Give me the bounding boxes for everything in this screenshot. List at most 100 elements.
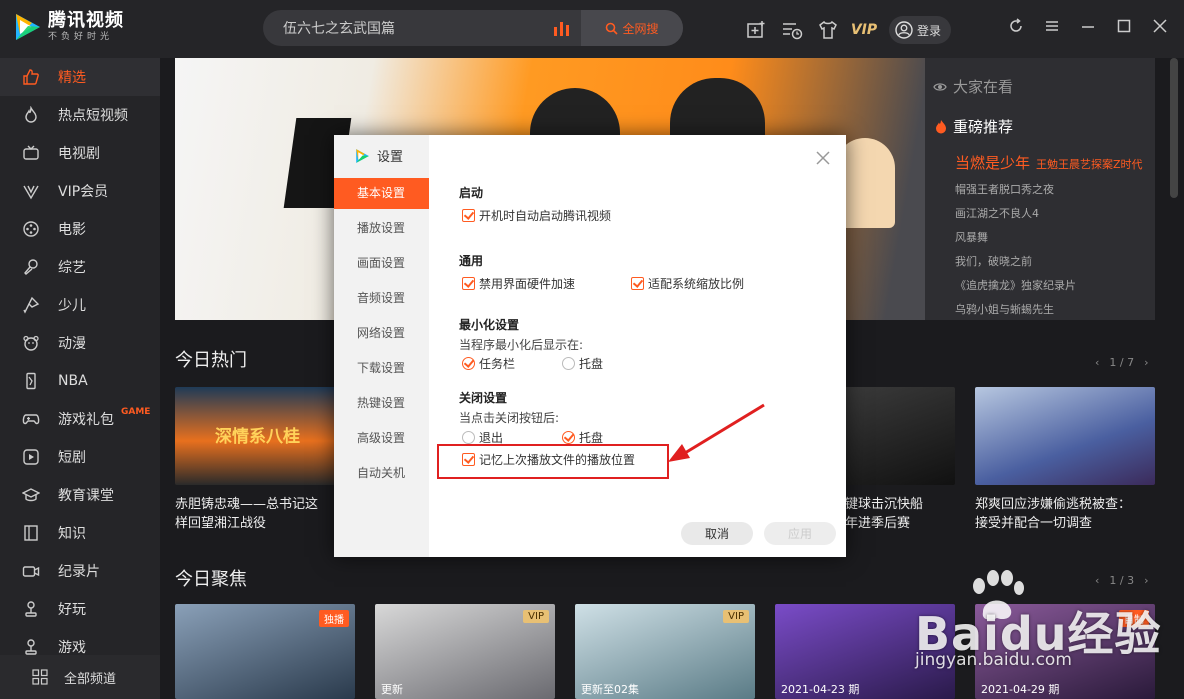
hot-card-4[interactable] — [845, 387, 955, 485]
baidu-watermark: Baidu经验 jingyan.baidu.com — [905, 568, 1175, 670]
sidebar-item-game-gift[interactable]: 游戏礼包 GAME — [0, 400, 160, 438]
hot-card-1[interactable]: 深情系八桂 — [175, 387, 355, 485]
upload-icon[interactable] — [745, 19, 767, 41]
search-input[interactable] — [283, 10, 543, 46]
list-item[interactable]: 《追虎擒龙》独家纪录片 — [955, 274, 1076, 298]
disable-hw-accel-option[interactable]: 禁用界面硬件加速 — [462, 275, 575, 292]
sidebar-item-knowledge[interactable]: 知识 — [0, 514, 160, 552]
tab-hotkeys[interactable]: 热键设置 — [334, 388, 429, 419]
focus-card-2[interactable]: VIP 更新 — [375, 604, 555, 699]
tab-download[interactable]: 下载设置 — [334, 353, 429, 384]
system-scaling-option[interactable]: 适配系统缩放比例 — [631, 275, 744, 292]
search-button-label: 全网搜 — [622, 21, 659, 36]
history-icon[interactable] — [781, 19, 803, 41]
autostart-checkbox[interactable] — [462, 209, 475, 222]
chevron-left-icon[interactable]: ‹ — [1095, 356, 1099, 369]
hot-chart-icon[interactable] — [553, 20, 575, 36]
system-scaling-checkbox[interactable] — [631, 277, 644, 290]
annotation-highlight-box — [437, 444, 669, 479]
minimize-tray-radio[interactable] — [562, 357, 575, 370]
scrollbar[interactable] — [1170, 58, 1178, 318]
list-item[interactable]: 我们，破晓之前 — [955, 250, 1076, 274]
minimize-tray-option[interactable]: 托盘 — [562, 355, 603, 372]
all-channels-label: 全部频道 — [64, 671, 117, 687]
tab-audio[interactable]: 音频设置 — [334, 283, 429, 314]
microphone-icon — [22, 258, 40, 276]
sidebar-item-documentary[interactable]: 纪录片 — [0, 552, 160, 590]
list-item[interactable]: 乌鸦小姐与蜥蜴先生 — [955, 298, 1076, 322]
sidebar-item-nba[interactable]: NBA — [0, 362, 160, 400]
card-title[interactable]: 键球击沉快船 — [845, 495, 955, 515]
maximize-icon[interactable] — [1114, 16, 1134, 36]
section-title-hot: 今日热门 — [175, 350, 247, 371]
sidebar-item-label: 游戏 — [58, 640, 86, 656]
option-label: 禁用界面硬件加速 — [479, 277, 576, 291]
sidebar-item-kids[interactable]: 少儿 — [0, 286, 160, 324]
card-title[interactable]: 接受并配合一切调查 — [975, 514, 1155, 534]
card-title[interactable]: 年进季后赛 — [845, 514, 955, 534]
sidebar-item-featured[interactable]: 精选 — [0, 58, 160, 96]
play-square-icon — [22, 448, 40, 466]
sidebar-item-label: 综艺 — [58, 260, 86, 276]
sidebar-item-anime[interactable]: 动漫 — [0, 324, 160, 362]
tshirt-icon[interactable] — [817, 19, 839, 41]
chevron-right-icon[interactable]: › — [1144, 356, 1148, 369]
tab-advanced[interactable]: 高级设置 — [334, 423, 429, 454]
sidebar-item-label: 精选 — [58, 70, 86, 86]
menu-icon[interactable] — [1042, 16, 1062, 36]
sidebar-item-label: 教育课堂 — [58, 488, 114, 504]
card-title[interactable]: 样回望湘江战役 — [175, 514, 355, 534]
tab-network[interactable]: 网络设置 — [334, 318, 429, 349]
hot-pager: ‹ 1 / 7 › — [1095, 356, 1149, 369]
minimize-icon[interactable] — [1078, 16, 1098, 36]
sidebar-item-education[interactable]: 教育课堂 — [0, 476, 160, 514]
tab-basic[interactable]: 基本设置 — [334, 178, 429, 209]
sidebar-item-label: 知识 — [58, 526, 86, 542]
close-description: 当点击关闭按钮后: — [459, 411, 560, 425]
focus-card-3[interactable]: VIP 更新至02集 — [575, 604, 755, 699]
autostart-option[interactable]: 开机时自动启动腾讯视频 — [462, 207, 611, 224]
minimize-taskbar-option[interactable]: 任务栏 — [462, 355, 515, 372]
list-item[interactable]: 风暴舞 — [955, 226, 1076, 250]
card-title[interactable]: 赤胆铸忠魂——总书记这 — [175, 495, 355, 515]
tab-playback[interactable]: 播放设置 — [334, 213, 429, 244]
focus-card-1[interactable]: 独播 — [175, 604, 355, 699]
recommend-highlight[interactable]: 当燃是少年 王勉王晨艺探案Z时代 — [955, 152, 1143, 173]
close-tray-radio[interactable] — [562, 431, 575, 444]
tab-auto-shutdown[interactable]: 自动关机 — [334, 458, 429, 489]
vip-link[interactable]: VIP — [851, 19, 877, 41]
sidebar-item-hot-shorts[interactable]: 热点短视频 — [0, 96, 160, 134]
hot-card-5[interactable] — [975, 387, 1155, 485]
close-exit-radio[interactable] — [462, 431, 475, 444]
game-badge: GAME — [121, 407, 151, 417]
close-icon[interactable] — [814, 149, 832, 167]
refresh-icon[interactable] — [1006, 16, 1026, 36]
card-title[interactable]: 郑爽回应涉嫌偷逃税被查： — [975, 495, 1155, 515]
apply-button[interactable]: 应用 — [764, 522, 836, 545]
cancel-button[interactable]: 取消 — [681, 522, 753, 545]
all-channels-button[interactable]: 全部频道 — [0, 655, 160, 699]
minimize-taskbar-radio[interactable] — [462, 357, 475, 370]
gamepad-icon — [22, 410, 40, 428]
close-window-icon[interactable] — [1150, 16, 1170, 36]
graduation-cap-icon — [22, 486, 40, 504]
sidebar-item-variety[interactable]: 综艺 — [0, 248, 160, 286]
sidebar-item-short-drama[interactable]: 短剧 — [0, 438, 160, 476]
eye-icon — [933, 82, 947, 91]
login-button[interactable]: 登录 — [889, 16, 952, 44]
window-controls — [1006, 16, 1170, 36]
sidebar-item-vip[interactable]: VIP会员 — [0, 172, 160, 210]
search-button[interactable]: 全网搜 — [581, 10, 683, 46]
sidebar-item-movie[interactable]: 电影 — [0, 210, 160, 248]
tab-picture[interactable]: 画面设置 — [334, 248, 429, 279]
sidebar-item-label: 好玩 — [58, 602, 86, 618]
sidebar-item-tv[interactable]: 电视剧 — [0, 134, 160, 172]
list-item[interactable]: 帽强王者脱口秀之夜 — [955, 178, 1076, 202]
sidebar-item-label: 短剧 — [58, 450, 86, 466]
watching-header: 大家在看 — [933, 76, 1013, 97]
list-item[interactable]: 画江湖之不良人4 — [955, 202, 1076, 226]
scroll-thumb[interactable] — [1170, 58, 1178, 198]
disable-hw-accel-checkbox[interactable] — [462, 277, 475, 290]
app-logo[interactable]: 腾讯视频 不负好时光 — [10, 10, 124, 44]
sidebar-item-fun[interactable]: 好玩 — [0, 590, 160, 628]
